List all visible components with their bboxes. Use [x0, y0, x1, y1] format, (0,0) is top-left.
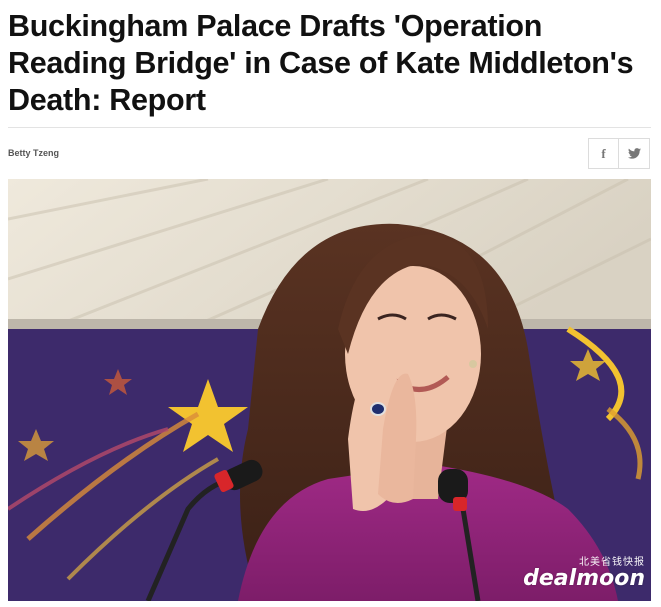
article-headline: Buckingham Palace Drafts 'Operation Read…	[8, 9, 634, 117]
headline-divider	[8, 127, 651, 128]
facebook-icon: f	[601, 145, 606, 161]
article-hero-photo: 北美省钱快报 dealmoon	[8, 179, 651, 601]
twitter-share-button[interactable]	[619, 138, 650, 169]
twitter-icon	[627, 148, 641, 159]
author-name[interactable]: Betty Tzeng	[8, 148, 59, 158]
watermark-chinese-text: 北美省钱快报	[579, 557, 645, 568]
watermark-brand: dealmoon	[523, 566, 645, 591]
dealmoon-watermark: 北美省钱快报 dealmoon	[523, 553, 645, 591]
facebook-share-button[interactable]: f	[588, 138, 619, 169]
